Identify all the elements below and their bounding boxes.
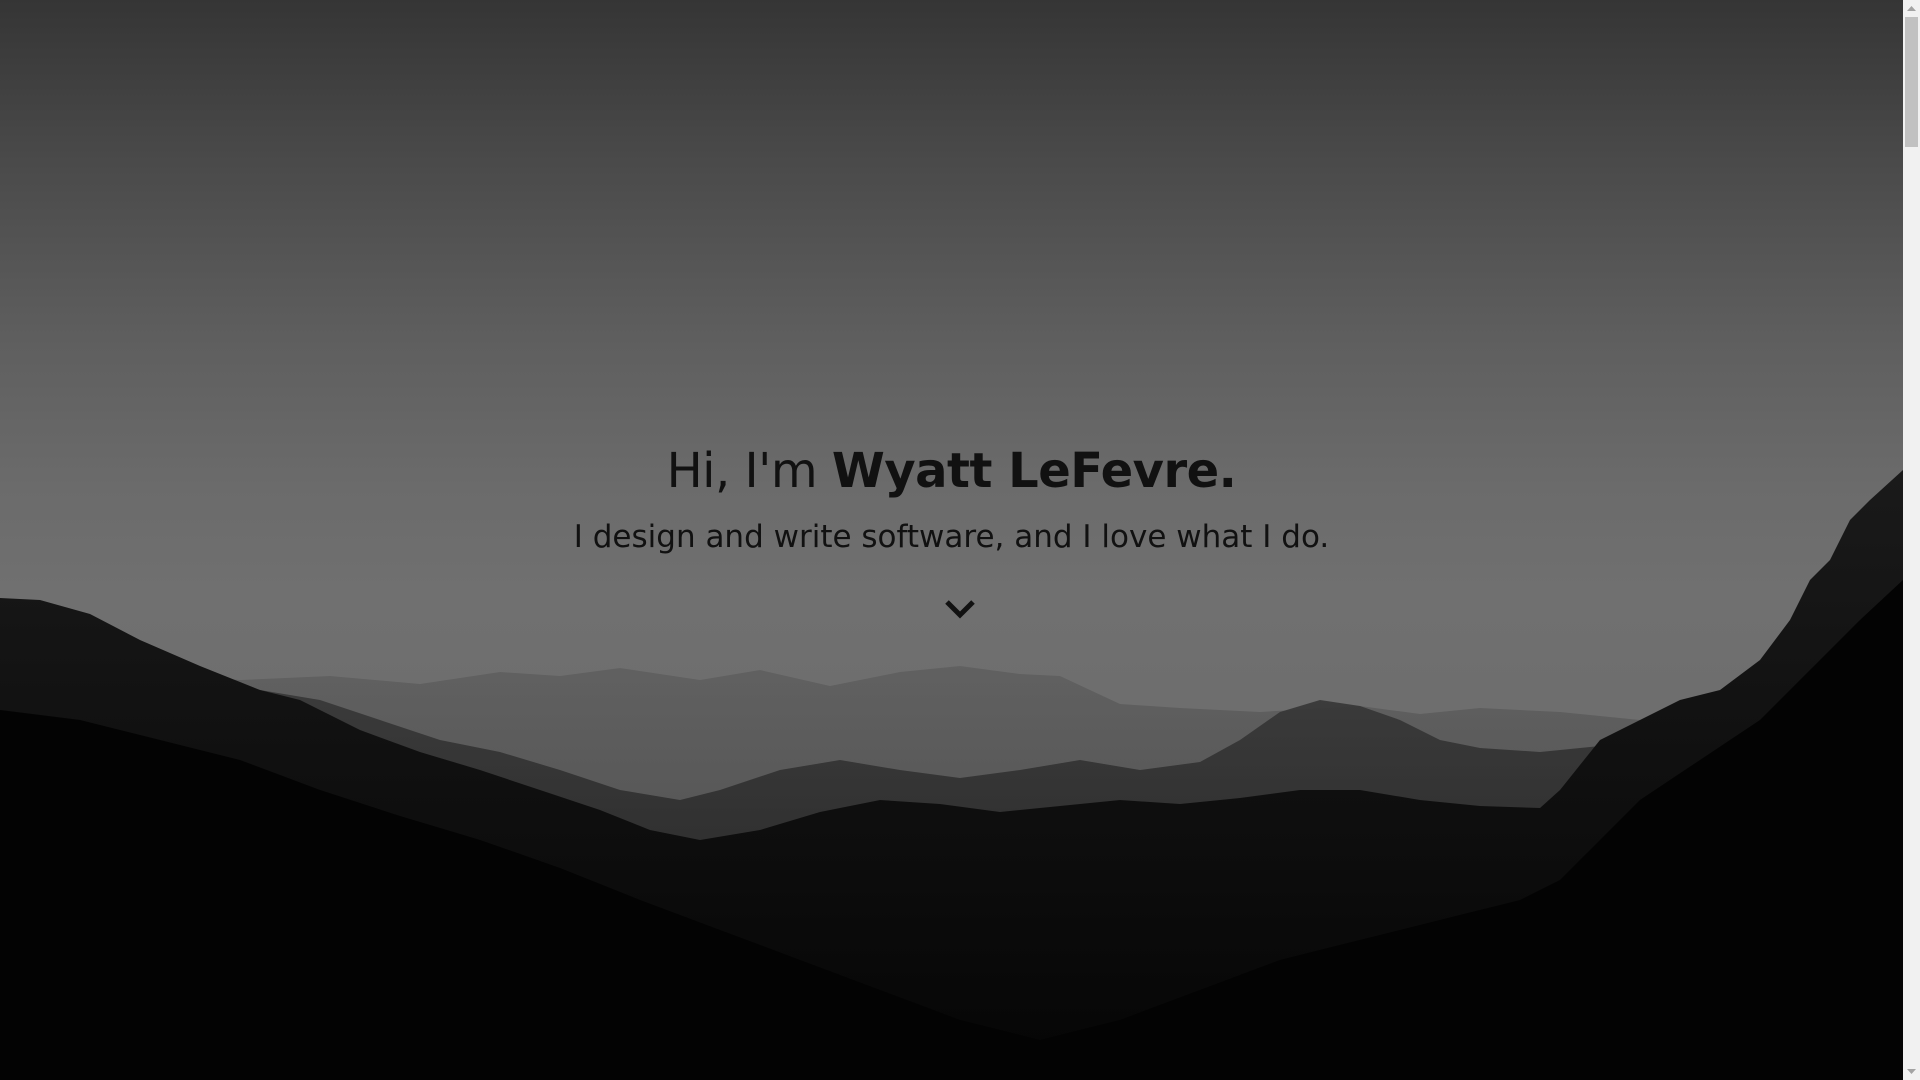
hero-content: Hi, I'm Wyatt LeFevre. I design and writ… — [0, 0, 1903, 1080]
scrollbar-thumb[interactable] — [1905, 17, 1918, 147]
hero-headline: Hi, I'm Wyatt LeFevre. — [0, 443, 1903, 499]
chevron-down-icon — [945, 600, 975, 619]
greeting-text: Hi, I'm — [666, 443, 832, 499]
scroll-down-arrow-icon[interactable] — [1903, 1063, 1920, 1080]
hero-section: Hi, I'm Wyatt LeFevre. I design and writ… — [0, 0, 1903, 1080]
hero-tagline: I design and write software, and I love … — [573, 519, 1330, 555]
scroll-up-arrow-icon[interactable] — [1903, 0, 1920, 17]
vertical-scrollbar[interactable] — [1903, 0, 1920, 1080]
author-name: Wyatt LeFevre. — [831, 443, 1237, 499]
scroll-down-button[interactable] — [942, 594, 978, 624]
